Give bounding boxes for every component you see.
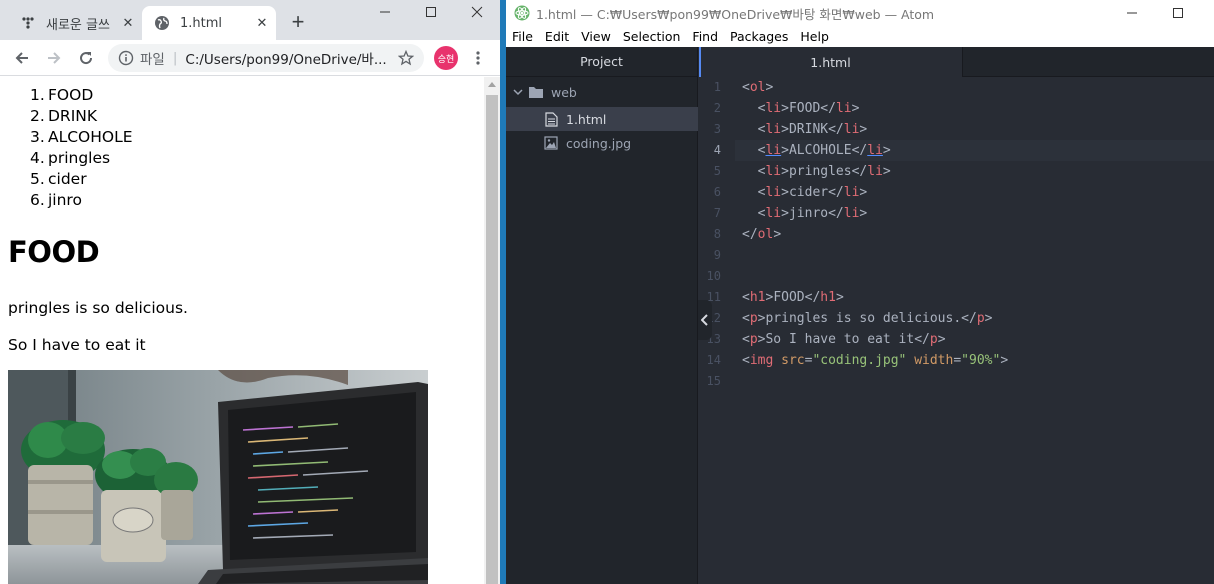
code-line: <img src="coding.jpg" width="90%"> [742,353,1009,368]
menu-help[interactable]: Help [794,29,835,44]
code-line: <li>cider</li> [757,185,868,200]
folder-icon [528,84,544,100]
ordered-list: 1. FOOD 2. DRINK 3. ALCOHOLE 4. pringles 5. c… [30,85,133,211]
chevron-left-icon [701,314,708,326]
line-number: 8 [713,227,721,241]
address-bar[interactable]: 파일 | C:/Users/pon99/OneDrive/바... [108,44,424,72]
list-item: 6. jinro [30,191,82,209]
image-file-icon [543,135,559,151]
code-line: <li>FOOD</li> [757,101,860,116]
address-url: C:/Users/pon99/OneDrive/바... [185,52,387,68]
list-item: 3. ALCOHOLE [30,128,133,146]
code-line: </ol> [742,227,782,242]
plant-left [21,420,105,545]
tree-file-coding-jpg[interactable]: coding.jpg [506,131,698,155]
info-icon[interactable] [118,50,134,66]
laptop [198,382,428,584]
tree-folder-label: web [551,84,577,100]
menu-find[interactable]: Find [686,29,724,44]
paragraph: pringles is so delicious. [8,299,188,317]
atom-window: 1.html — C:₩Users₩pon99₩OneDrive₩바탕 화면₩w… [506,0,1214,584]
atom-menubar: File Edit View Selection Find Packages H… [506,26,1214,47]
line-number: 10 [706,269,721,283]
editor-tab-1-html[interactable]: 1.html [699,47,963,77]
list-item: 2. DRINK [30,107,98,125]
tree-file-label: 1.html [566,111,607,127]
menu-edit[interactable]: Edit [539,29,575,44]
line-number: 1 [713,80,721,94]
code-line: <ol> [742,80,774,95]
coding-photo [8,370,428,584]
code-editor[interactable]: 1 2 3 4 5 6 7 8 9 10 11 12 13 14 15 <ol>… [699,77,1214,584]
address-separator: | [172,50,178,66]
maximize-icon[interactable] [408,0,454,24]
line-number: 6 [713,185,721,199]
close-icon[interactable]: ✕ [254,15,270,31]
line-number: 4 [713,143,721,157]
collapse-tree-toggle[interactable] [698,300,712,340]
maximize-icon[interactable] [1156,0,1200,26]
close-icon[interactable]: ✕ [120,15,136,31]
tree-folder-web[interactable]: web [506,80,698,104]
code-line: <p>So I have to eat it</p> [742,332,946,347]
close-window-icon[interactable] [454,0,500,24]
list-item: 1. FOOD [30,86,94,104]
menu-file[interactable]: File [506,29,539,44]
tab-strip: 새로운 글쓰 ✕ 1.html ✕ + [0,0,500,40]
paragraph: So I have to eat it [8,336,146,354]
chrome-window: 새로운 글쓰 ✕ 1.html ✕ + 파일 | C:/Users/pon99/… [0,0,500,584]
menu-view[interactable]: View [575,29,617,44]
line-number: 14 [706,353,721,367]
line-number: 15 [706,374,721,388]
code-line: <li>DRINK</li> [757,122,868,137]
code-line: <li>jinro</li> [757,206,868,221]
line-number: 2 [713,101,721,115]
avatar[interactable]: 승현 [434,46,458,70]
reload-icon[interactable] [74,46,98,70]
atom-title-text: 1.html — C:₩Users₩pon99₩OneDrive₩바탕 화면₩w… [536,6,935,22]
project-tab[interactable]: Project [506,47,697,77]
menu-selection[interactable]: Selection [617,29,687,44]
plant-center [95,448,171,562]
tree-file-label: coding.jpg [566,135,632,151]
minimize-icon[interactable] [1110,0,1154,26]
page-heading: FOOD [8,235,100,269]
menu-packages[interactable]: Packages [724,29,794,44]
line-number: 5 [713,164,721,178]
atom-logo-icon [514,5,530,21]
back-arrow-icon[interactable] [10,46,34,70]
tab-label: 새로운 글쓰 [46,17,110,33]
page-viewport: 1. FOOD 2. DRINK 3. ALCOHOLE 4. pringles 5. c… [0,77,484,584]
forward-arrow-icon[interactable] [42,46,66,70]
code-line: <h1>FOOD</h1> [742,290,844,305]
line-number: 9 [713,248,721,262]
scroll-up-arrow-icon[interactable] [484,77,500,91]
tab-1-html[interactable]: 1.html ✕ [142,6,276,40]
browser-toolbar: 파일 | C:/Users/pon99/OneDrive/바... 승현 [0,40,500,76]
chevron-down-icon [512,84,524,100]
tab-label: 1.html [180,15,223,31]
tab-new-post[interactable]: 새로운 글쓰 ✕ [8,6,142,40]
vertical-scrollbar[interactable] [484,77,500,584]
line-number: 3 [713,122,721,136]
code-line: <p>pringles is so delicious.</p> [742,311,993,326]
star-icon[interactable] [396,48,416,68]
file-text-icon [543,111,559,127]
address-scheme: 파일 [140,52,165,68]
dots-icon [20,15,36,31]
tree-file-1-html[interactable]: 1.html [506,107,698,131]
globe-icon [154,15,170,31]
editor-tab-bar: 1.html [699,47,1214,77]
minimize-icon[interactable] [362,0,408,24]
scroll-thumb[interactable] [486,95,498,584]
line-number: 7 [713,206,721,220]
list-item: 5. cider [30,170,87,188]
code-line: <li>pringles</li> [757,164,891,179]
new-tab-button[interactable]: + [286,9,310,34]
code-line: <li>ALCOHOLE</li> [757,143,891,158]
list-item: 4. pringles [30,149,111,167]
more-menu-icon[interactable] [468,46,488,70]
atom-titlebar: 1.html — C:₩Users₩pon99₩OneDrive₩바탕 화면₩w… [506,0,1214,26]
project-tree: Project web 1.html coding.jpg [506,47,698,584]
